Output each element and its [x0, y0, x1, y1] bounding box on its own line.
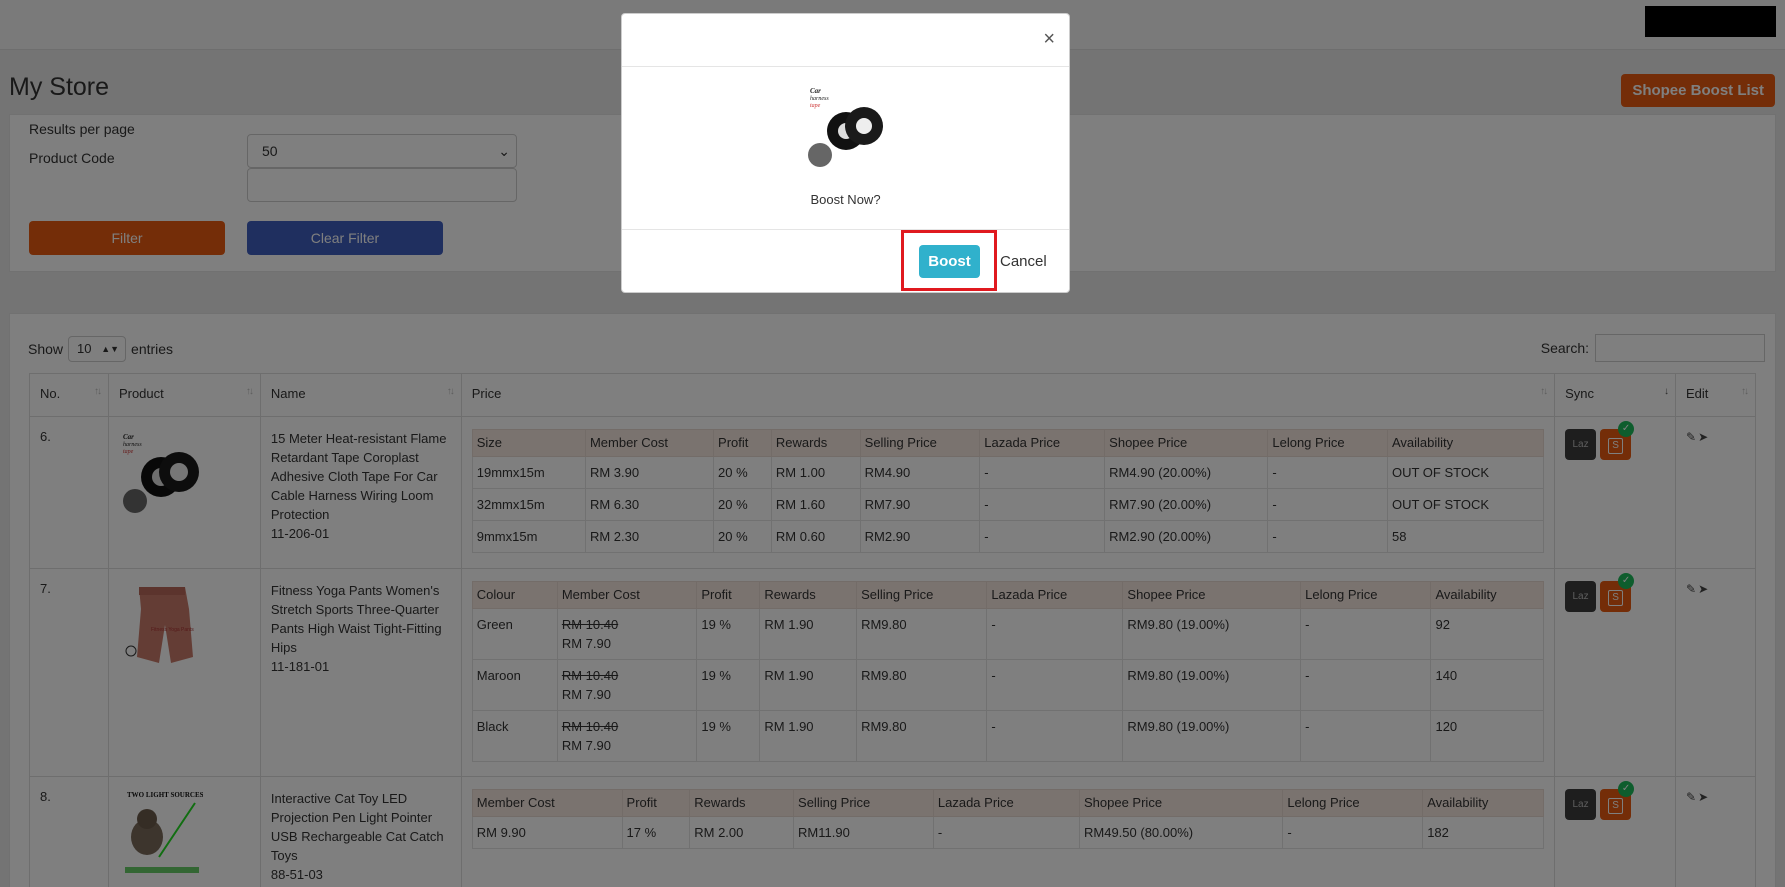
modal-footer: Boost Cancel — [622, 230, 1069, 293]
svg-text:tape: tape — [810, 103, 821, 109]
modal-header: × — [622, 14, 1069, 67]
modal-body: Car harness tape Boost Now? — [622, 67, 1069, 230]
close-icon[interactable]: × — [1043, 28, 1055, 51]
cancel-button[interactable]: Cancel — [1000, 253, 1047, 270]
svg-text:harness: harness — [810, 96, 829, 102]
tape-product-image: Car harness tape — [806, 83, 888, 169]
svg-text:Car: Car — [810, 87, 821, 95]
boost-modal: × Car harness tape Boost Now? Boost Canc… — [621, 13, 1070, 293]
boost-question: Boost Now? — [810, 192, 881, 207]
boost-button[interactable]: Boost — [919, 245, 980, 278]
